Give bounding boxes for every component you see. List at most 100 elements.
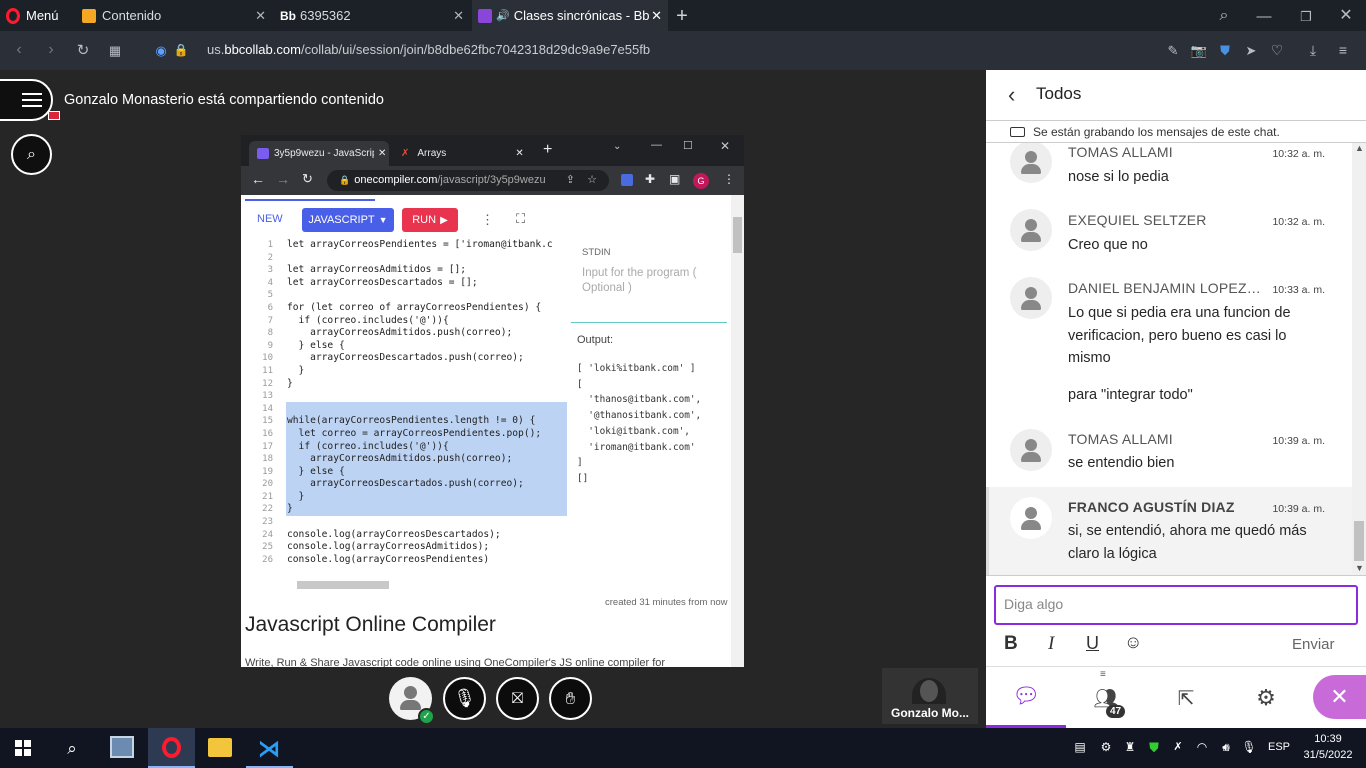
- zoom-inspect-button[interactable]: ⌕: [11, 134, 52, 175]
- close-tab-icon[interactable]: ✕: [453, 8, 464, 24]
- chat-bubble-icon: 💬︎: [1012, 683, 1040, 708]
- user-avatar-icon: [404, 686, 417, 699]
- opera-menu-button[interactable]: Menú: [6, 0, 68, 31]
- language-indicator[interactable]: ESP: [1268, 741, 1290, 753]
- browser-tab-contenido[interactable]: Contenido ✕: [76, 0, 272, 31]
- browser-tab-6395362[interactable]: Bb 6395362 ✕: [274, 0, 470, 31]
- clock-date[interactable]: 31/5/2022: [1300, 749, 1356, 761]
- drag-handle-icon: ≡: [1100, 669, 1106, 680]
- code-line: for (let correo of arrayCorreosPendiente…: [287, 301, 542, 313]
- participant-tile[interactable]: Gonzalo Mo...: [882, 668, 978, 724]
- shared-address-bar: ← → ↻ 🔒 onecompiler.com/javascript/3y5p9w…: [241, 166, 744, 195]
- taskbar-app-opera[interactable]: [148, 728, 195, 768]
- settings-nav-button[interactable]: ⚙: [1226, 667, 1306, 729]
- line-number: 11: [262, 365, 273, 376]
- line-number: 19: [262, 466, 273, 477]
- search-icon[interactable]: ⌕: [62, 738, 82, 758]
- reload-icon[interactable]: ↻: [74, 41, 92, 59]
- session-menu-button[interactable]: [0, 79, 60, 121]
- my-status-button[interactable]: ✓: [389, 677, 435, 725]
- back-icon[interactable]: ‹: [10, 41, 28, 59]
- url-field[interactable]: us.bbcollab.com/collab/ui/session/join/b…: [207, 42, 650, 60]
- forward-icon[interactable]: ›: [42, 41, 60, 59]
- menu-icon[interactable]: ≡: [1334, 41, 1352, 59]
- taskbar-app-remote[interactable]: [110, 736, 134, 758]
- italic-button[interactable]: I: [1048, 633, 1054, 655]
- microphone-tray-icon[interactable]: 🎙︎: [1241, 739, 1256, 755]
- output-line: 'loki@itbank.com',: [577, 425, 690, 437]
- close-panel-button[interactable]: ✕: [1313, 675, 1366, 719]
- camera-off-button[interactable]: ⛝: [496, 677, 539, 720]
- line-number: 12: [262, 378, 273, 389]
- play-icon: ▶: [440, 214, 448, 226]
- new-tab-icon[interactable]: +: [672, 6, 692, 26]
- tray-icon-2[interactable]: ⚙: [1098, 739, 1114, 755]
- sharing-status-text: Gonzalo Monasterio está compartiendo con…: [64, 92, 384, 108]
- star-icon: ☆: [587, 174, 597, 186]
- send-icon[interactable]: ➤: [1242, 41, 1260, 59]
- close-tab-icon[interactable]: ✕: [255, 8, 266, 24]
- tray-icon-1[interactable]: ▤: [1072, 739, 1088, 755]
- close-tab-icon[interactable]: ✕: [651, 8, 662, 24]
- chat-back-icon[interactable]: ‹: [1008, 82, 1015, 108]
- search-tabs-icon[interactable]: ⌕: [1214, 6, 1234, 26]
- stdin-placeholder-line2: Optional ): [582, 282, 632, 294]
- opera-logo-icon: [6, 7, 20, 24]
- windows-taskbar: ⌕ ⋊ ▤ ⚙ ♜ ⛊ ✗ ◠ ⌂ 🔊︎ 🎙︎ ESP 10:39 31/5/2…: [0, 728, 1366, 768]
- shield-icon[interactable]: ⛊: [1216, 41, 1234, 59]
- message-time: 10:32 a. m.: [1272, 216, 1325, 228]
- avatar: [1010, 143, 1052, 183]
- vscode-icon: ⋊: [258, 736, 280, 761]
- tray-icon-3[interactable]: ♜: [1122, 739, 1138, 755]
- chat-scrollbar[interactable]: ▲ ▼: [1352, 143, 1366, 575]
- tabs-grid-icon[interactable]: ▦: [106, 41, 124, 59]
- chat-message-input[interactable]: Diga algo: [994, 585, 1358, 625]
- chat-nav-button[interactable]: 💬︎: [986, 667, 1066, 729]
- line-number: 5: [267, 290, 273, 301]
- windows-start-icon[interactable]: [15, 740, 31, 756]
- shared-url-field: 🔒 onecompiler.com/javascript/3y5p9wezu ⇪ …: [327, 170, 609, 191]
- maximize-icon[interactable]: ❐: [1296, 6, 1316, 26]
- line-number: 21: [262, 491, 273, 502]
- taskbar-app-vscode[interactable]: ⋊: [246, 728, 293, 768]
- send-button[interactable]: Enviar: [1292, 636, 1335, 653]
- shared-screen-window: 3y5p9wezu - JavaScrip ✕ ✗ Arrays ✕ + ⌄ —…: [241, 135, 744, 667]
- bold-button[interactable]: B: [1004, 633, 1018, 655]
- stdin-placeholder-line1: Input for the program (: [582, 267, 697, 279]
- close-window-icon[interactable]: ✕: [1336, 6, 1356, 26]
- code-line: }: [287, 490, 305, 502]
- volume-icon[interactable]: 🔊︎: [1218, 739, 1234, 755]
- message-time: 10:32 a. m.: [1272, 148, 1325, 160]
- browser-tab-clases[interactable]: 🔊 Clases sincrónicas - Bb ✕: [472, 0, 668, 31]
- share-content-nav-button[interactable]: ⇱: [1146, 667, 1226, 729]
- camera-icon[interactable]: 📷: [1190, 41, 1208, 59]
- message-text: se entendio bien: [1068, 455, 1175, 471]
- participants-count-badge: 47: [1106, 705, 1126, 718]
- taskbar-app-explorer[interactable]: [208, 738, 232, 757]
- output-line: [: [577, 378, 583, 390]
- arrays-tab-icon: ✗: [401, 148, 410, 159]
- minimize-icon[interactable]: ―: [1254, 6, 1274, 26]
- line-number: 20: [262, 479, 273, 490]
- tray-icon-5[interactable]: ✗: [1170, 739, 1186, 755]
- code-line: arrayCorreosAdmitidos.push(correo);: [287, 453, 513, 465]
- stdin-label: STDIN: [582, 247, 611, 258]
- tray-icon-security[interactable]: ⛊: [1146, 739, 1162, 755]
- tab-label: 3y5p9wezu - JavaScrip: [274, 148, 374, 159]
- share-content-icon: ⇱: [1177, 687, 1195, 710]
- vpn-icon[interactable]: ◉: [152, 41, 170, 59]
- wifi-icon[interactable]: ◠: [1194, 739, 1210, 755]
- url-domain: bbcollab.com: [224, 42, 301, 57]
- recording-indicator-icon: [48, 111, 60, 120]
- underline-button[interactable]: U: [1086, 633, 1099, 654]
- back-icon: ←: [251, 171, 265, 187]
- raise-hand-button[interactable]: ✋︎: [549, 677, 592, 720]
- heart-icon[interactable]: ♡: [1268, 41, 1286, 59]
- edit-icon[interactable]: ✎: [1164, 41, 1182, 59]
- participants-nav-button[interactable]: ≡ 👥︎ 47: [1066, 667, 1146, 729]
- clock-time[interactable]: 10:39: [1300, 733, 1356, 745]
- emoji-button[interactable]: ☺: [1124, 632, 1142, 653]
- mute-microphone-button[interactable]: 🎙︎: [443, 677, 486, 720]
- download-icon[interactable]: ⤓: [1304, 41, 1322, 59]
